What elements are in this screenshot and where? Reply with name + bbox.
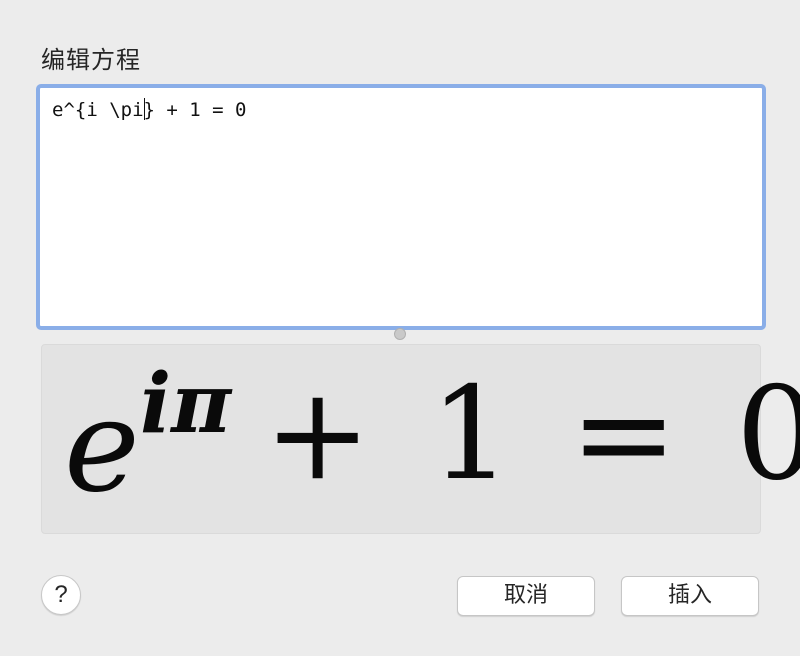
resize-handle[interactable] (394, 328, 406, 340)
equation-text[interactable]: e^{i \pi} + 1 = 0 (52, 98, 246, 121)
editor-text-before-caret: e^{i \pi (52, 99, 144, 121)
equation-editor[interactable]: e^{i \pi} + 1 = 0 (36, 84, 766, 330)
insert-button[interactable]: 插入 (621, 576, 759, 616)
formula-rest: + 1 = 0 (264, 360, 800, 509)
help-button[interactable]: ? (41, 575, 81, 615)
cancel-button[interactable]: 取消 (457, 576, 595, 616)
editor-text-after-caret: } + 1 = 0 (143, 99, 247, 121)
dialog-title: 编辑方程 (41, 46, 141, 74)
equation-preview: e iπ + 1 = 0 (41, 344, 800, 534)
formula-exponent: iπ (140, 356, 232, 452)
equation-dialog: 编辑方程 e^{i \pi} + 1 = 0 e iπ + 1 = 0 ? 取消… (0, 0, 800, 656)
formula-base: e (64, 372, 140, 521)
